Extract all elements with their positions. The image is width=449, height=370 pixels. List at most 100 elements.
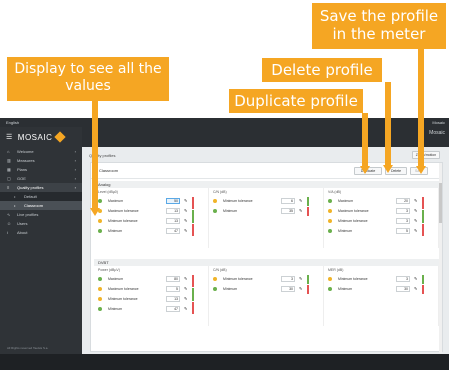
section-columns: Power (dBµV) Maximum 80 ✎ Maximum tolerance 5… bbox=[94, 266, 439, 326]
sidebar-item-6[interactable]: • Classroom bbox=[0, 201, 82, 210]
threshold-value[interactable]: 3 bbox=[281, 275, 295, 282]
edit-icon[interactable]: ✎ bbox=[184, 228, 187, 233]
column-title: Level (dBµ0) bbox=[98, 190, 118, 194]
threshold-value[interactable]: 80 bbox=[166, 275, 180, 282]
threshold-value[interactable]: 3 bbox=[396, 207, 410, 214]
sidebar-item-7[interactable]: ∿ Live profiles bbox=[0, 210, 82, 219]
threshold-value[interactable]: 3 bbox=[396, 275, 410, 282]
range-bar bbox=[422, 275, 424, 284]
threshold-row: Minimum tolerance 6 ✎ bbox=[213, 197, 318, 204]
arrow-head-duplicate bbox=[360, 166, 370, 174]
threshold-name: Maximum tolerance bbox=[338, 208, 369, 213]
threshold-name: Minimum bbox=[223, 208, 238, 213]
threshold-name: Maximum bbox=[108, 198, 124, 203]
threshold-row: Maximum tolerance 13 ✎ bbox=[98, 207, 203, 214]
copyright: All Rights reserved Taelsis S.a. bbox=[7, 346, 49, 350]
arrow-save bbox=[418, 49, 424, 167]
threshold-row: Minimum 5 ✎ bbox=[328, 227, 433, 234]
threshold-row: Maximum 50 ✎ bbox=[98, 197, 203, 204]
sidebar-item-1[interactable]: ▥ Measures › bbox=[0, 156, 82, 165]
zoom-button[interactable]: Zoom/motion bbox=[412, 151, 440, 159]
edit-icon[interactable]: ✎ bbox=[299, 198, 302, 203]
threshold-name: Minimum tolerance bbox=[338, 276, 368, 281]
chevron-icon: › bbox=[74, 149, 76, 154]
threshold-row: Minimum 30 ✎ bbox=[328, 285, 433, 292]
threshold-name: Maximum bbox=[108, 276, 124, 281]
threshold-name: Minimum tolerance bbox=[108, 296, 138, 301]
sidebar-item-4[interactable]: ≡ Quality profiles › bbox=[0, 183, 82, 192]
range-bar bbox=[307, 285, 309, 294]
arrow-duplicate bbox=[362, 113, 368, 167]
sidebar-item-label: Users bbox=[17, 221, 28, 226]
status-icon bbox=[98, 306, 102, 311]
sidebar-item-9[interactable]: i About bbox=[0, 228, 82, 237]
edit-icon[interactable]: ✎ bbox=[414, 198, 417, 203]
range-bar bbox=[307, 197, 309, 206]
edit-icon[interactable]: ✎ bbox=[184, 306, 187, 311]
threshold-value[interactable]: 20 bbox=[396, 197, 410, 204]
status-icon bbox=[98, 276, 102, 281]
chevron-icon: › bbox=[74, 176, 76, 181]
edit-icon[interactable]: ✎ bbox=[414, 218, 417, 223]
status-icon bbox=[328, 286, 332, 291]
section-columns: Level (dBµ0) Maximum 50 ✎ Maximum tolerance 1… bbox=[94, 188, 439, 248]
sidebar: ☰ MOSAIC ⌂ Welcome › ▥ Measures › ▦ Plans › ▢ GOE ›… bbox=[0, 127, 82, 370]
sidebar-item-2[interactable]: ▦ Plans › bbox=[0, 165, 82, 174]
sidebar-item-3[interactable]: ▢ GOE › bbox=[0, 174, 82, 183]
edit-icon[interactable]: ✎ bbox=[299, 208, 302, 213]
menu-icon[interactable]: ☰ bbox=[6, 133, 13, 141]
threshold-value[interactable]: 13 bbox=[166, 295, 180, 302]
range-bar bbox=[192, 210, 194, 223]
sidebar-item-label: Quality profiles bbox=[17, 185, 44, 190]
app-window: English Mosaic ☰ MOSAIC ⌂ Welcome › ▥ Measur… bbox=[0, 118, 449, 370]
sidebar-item-5[interactable]: • Default bbox=[0, 192, 82, 201]
arrow-delete bbox=[385, 82, 391, 166]
box-icon: ▢ bbox=[7, 176, 11, 181]
edit-icon[interactable]: ✎ bbox=[414, 208, 417, 213]
threshold-value[interactable]: 3 bbox=[396, 217, 410, 224]
scrollbar-thumb[interactable] bbox=[439, 183, 442, 223]
sidebar-item-0[interactable]: ⌂ Welcome › bbox=[0, 147, 82, 156]
threshold-row: Maximum 80 ✎ bbox=[98, 275, 203, 282]
status-icon bbox=[98, 296, 102, 301]
measure-column: Level (dBµ0) Maximum 50 ✎ Maximum tolerance 1… bbox=[94, 188, 209, 248]
threshold-value[interactable]: 35 bbox=[281, 207, 295, 214]
edit-icon[interactable]: ✎ bbox=[184, 296, 187, 301]
threshold-value[interactable]: 5 bbox=[396, 227, 410, 234]
edit-icon[interactable]: ✎ bbox=[184, 208, 187, 213]
edit-icon[interactable]: ✎ bbox=[414, 228, 417, 233]
card-title: Classroom bbox=[99, 168, 119, 173]
edit-icon[interactable]: ✎ bbox=[414, 276, 417, 281]
column-title: V/A (dB) bbox=[328, 190, 342, 194]
status-icon bbox=[98, 228, 102, 233]
threshold-value[interactable]: 5 bbox=[166, 285, 180, 292]
threshold-name: Maximum bbox=[338, 198, 354, 203]
edit-icon[interactable]: ✎ bbox=[184, 276, 187, 281]
edit-icon[interactable]: ✎ bbox=[184, 286, 187, 291]
edit-icon[interactable]: ✎ bbox=[184, 218, 187, 223]
edit-icon[interactable]: ✎ bbox=[299, 286, 302, 291]
range-bar bbox=[307, 275, 309, 284]
threshold-row: Minimum 35 ✎ bbox=[213, 207, 318, 214]
sidebar-item-label: Live profiles bbox=[17, 212, 39, 217]
threshold-value[interactable]: 50 bbox=[166, 197, 180, 204]
edit-icon[interactable]: ✎ bbox=[299, 276, 302, 281]
edit-icon[interactable]: ✎ bbox=[414, 286, 417, 291]
sidebar-item-label: GOE bbox=[17, 176, 26, 181]
sidebar-item-8[interactable]: ☺ Users bbox=[0, 219, 82, 228]
status-icon bbox=[98, 218, 102, 223]
threshold-value[interactable]: 47 bbox=[166, 305, 180, 312]
threshold-value[interactable]: 30 bbox=[396, 285, 410, 292]
threshold-value[interactable]: 13 bbox=[166, 207, 180, 214]
scrollbar[interactable] bbox=[439, 163, 442, 353]
threshold-value[interactable]: 13 bbox=[166, 217, 180, 224]
language-label[interactable]: English bbox=[6, 120, 19, 125]
threshold-value[interactable]: 30 bbox=[281, 285, 295, 292]
sidebar-item-label: Classroom bbox=[24, 203, 44, 208]
status-icon bbox=[328, 276, 332, 281]
status-icon bbox=[213, 286, 217, 291]
threshold-value[interactable]: 47 bbox=[166, 227, 180, 234]
threshold-value[interactable]: 6 bbox=[281, 197, 295, 204]
edit-icon[interactable]: ✎ bbox=[184, 198, 187, 203]
threshold-row: Minimum tolerance 3 ✎ bbox=[328, 275, 433, 282]
